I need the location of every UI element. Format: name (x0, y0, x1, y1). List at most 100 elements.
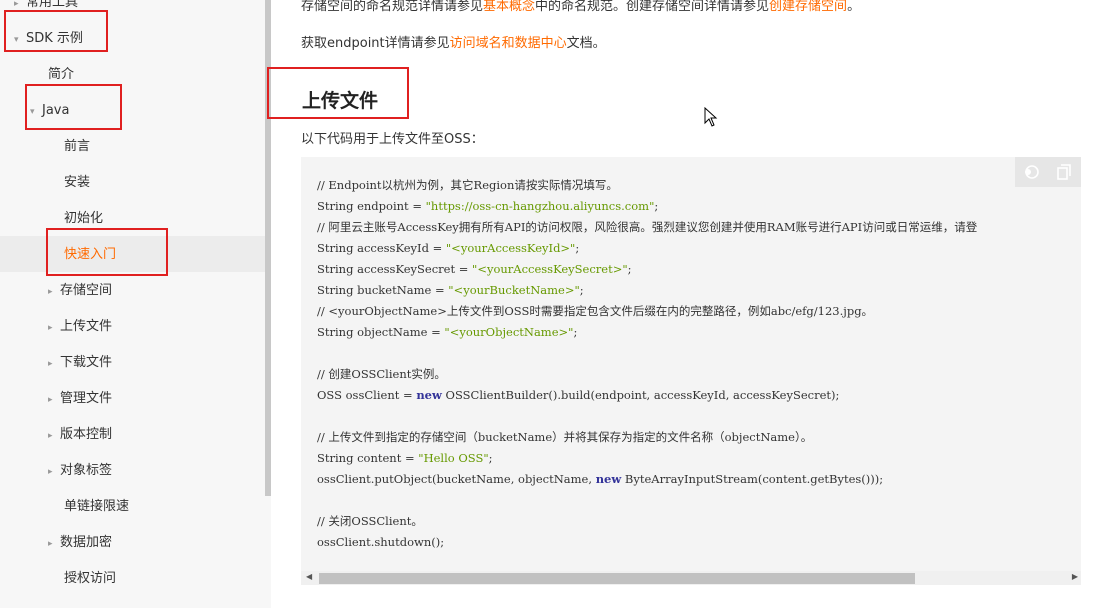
sidebar-item[interactable]: ▸ 数据加密 (48, 534, 112, 553)
code-text: String objectName = (317, 325, 445, 339)
sidebar-item-label: 初始化 (64, 211, 104, 226)
caret-right-icon: ▸ (48, 539, 53, 549)
sidebar-item-label: 版本控制 (60, 427, 113, 442)
scrollbar-thumb[interactable] (319, 573, 915, 584)
main-content: 存储空间的命名规范详情请参见基本概念中的命名规范。创建存储空间详情请参见创建存储… (267, 0, 1101, 608)
code-string: "Hello OSS" (418, 451, 489, 465)
paragraph-text: 存储空间的命名规范详情请参见 (301, 0, 484, 14)
caret-right-icon: ▸ (48, 467, 53, 477)
sidebar-item[interactable]: ▸ 存储空间 (48, 282, 112, 301)
code-text: // 阿里云主账号AccessKey拥有所有API的访问权限，风险很高。强烈建议… (317, 220, 978, 234)
caret-right-icon: ▸ (48, 323, 53, 333)
sidebar-item[interactable]: 简介 (48, 66, 74, 84)
link-create-bucket[interactable]: 创建存储空间 (769, 0, 847, 14)
caret-right-icon: ▸ (48, 287, 53, 297)
code-line: ossClient.putObject(bucketName, objectNa… (317, 469, 977, 490)
code-text: ; (573, 325, 578, 339)
highlight-box-upload-heading (267, 67, 409, 119)
code-line: // <yourObjectName>上传文件到OSS时需要指定包含文件后缀在内… (317, 301, 977, 322)
sidebar-item[interactable]: 授权访问 (64, 570, 116, 588)
code-text: ossClient.putObject(bucketName, objectNa… (317, 472, 596, 486)
code-line: String endpoint = "https://oss-cn-hangzh… (317, 196, 977, 217)
toggle-icon[interactable] (1023, 163, 1041, 181)
sidebar-item-label: 前言 (64, 139, 91, 154)
caret-right-icon: ▸ (48, 431, 53, 441)
code-keyword: new (595, 472, 622, 486)
sidebar-item[interactable]: 前言 (64, 138, 90, 156)
code-text: ; (654, 199, 659, 213)
code-text: ; (575, 241, 580, 255)
code-text: String content = (317, 451, 419, 465)
code-horizontal-scrollbar[interactable]: ◀ ▶ (301, 571, 1081, 585)
code-string: "<yourBucketName>" (448, 283, 580, 297)
code-text: OSS ossClient = (317, 388, 417, 402)
paragraph-text: 中的命名规范。创建存储空间详情请参见 (535, 0, 770, 14)
sidebar-item-label: 存储空间 (60, 283, 113, 298)
code-string: "<yourAccessKeyId>" (445, 241, 576, 255)
code-text: ; (488, 451, 493, 465)
paragraph-text: 获取endpoint详情请参见 (301, 36, 450, 51)
code-line: // Endpoint以杭州为例，其它Region请按实际情况填写。 (317, 175, 977, 196)
code-string: "<yourAccessKeySecret>" (472, 262, 628, 276)
code-keyword: new (416, 388, 442, 402)
sidebar-item-label: 对象标签 (60, 463, 113, 478)
sidebar-nav: ▸ 常用工具 ▾ SDK 示例 简介 ▾ Java 前言 安装 初始化 快速入门 ▸ 存储空间 ▸ 上传文件… (0, 0, 271, 608)
code-line: ossClient.shutdown(); (317, 532, 977, 553)
paragraph-text: 。 (847, 0, 861, 14)
copy-icon[interactable] (1055, 163, 1073, 181)
code-block: // Endpoint以杭州为例，其它Region请按实际情况填写。 String… (301, 157, 1081, 585)
code-text: // <yourObjectName>上传文件到OSS时需要指定包含文件后缀在内… (317, 304, 874, 318)
code-line: String objectName = "<yourObjectName>"; (317, 322, 977, 343)
code-string: "https://oss-cn-hangzhou.aliyuncs.com" (425, 199, 655, 213)
sidebar-item[interactable]: 单链接限速 (64, 498, 129, 516)
sidebar-item[interactable]: ▸ 对象标签 (48, 462, 112, 481)
sidebar-item[interactable]: ▸ 管理文件 (48, 390, 112, 409)
code-text: // 创建OSSClient实例。 (317, 367, 446, 381)
code-toolbar (1015, 157, 1081, 187)
code-content: // Endpoint以杭州为例，其它Region请按实际情况填写。 String… (317, 175, 977, 553)
caret-right-icon: ▸ (48, 359, 53, 369)
scroll-right-arrow-icon[interactable]: ▶ (1072, 572, 1078, 581)
code-text: OSSClientBuilder().build(endpoint, acces… (441, 388, 840, 402)
sidebar-item[interactable]: ▸ 上传文件 (48, 318, 112, 337)
sidebar-item-label: 简介 (48, 67, 75, 82)
caret-right-icon: ▸ (48, 395, 53, 405)
scroll-left-arrow-icon[interactable]: ◀ (306, 572, 312, 581)
code-line: String accessKeyId = "<yourAccessKeyId>"… (317, 238, 977, 259)
paragraph-text: 文档。 (566, 36, 606, 51)
section-intro: 以下代码用于上传文件至OSS： (301, 132, 484, 147)
paragraph-endpoint: 获取endpoint详情请参见访问域名和数据中心文档。 (301, 32, 606, 51)
sidebar-item[interactable]: 安装 (64, 174, 90, 192)
code-text: String accessKeySecret = (317, 262, 473, 276)
code-line: OSS ossClient = new OSSClientBuilder().b… (317, 385, 977, 406)
code-line: // 创建OSSClient实例。 (317, 364, 977, 385)
link-basic-concepts[interactable]: 基本概念 (483, 0, 535, 14)
sidebar-item[interactable]: ▸ 版本控制 (48, 426, 112, 445)
highlight-box-sdk-examples (4, 10, 108, 52)
code-line: String accessKeySecret = "<yourAccessKey… (317, 259, 977, 280)
sidebar-item-label: 管理文件 (60, 391, 113, 406)
link-endpoints-and-regions[interactable]: 访问域名和数据中心 (450, 36, 567, 51)
code-line: String bucketName = "<yourBucketName>"; (317, 280, 977, 301)
sidebar-item-label: 单链接限速 (64, 499, 130, 514)
sidebar-item-label: 下载文件 (60, 355, 113, 370)
code-text: // 上传文件到指定的存储空间（bucketName）并将其保存为指定的文件名称… (317, 430, 813, 444)
sidebar-item[interactable]: 初始化 (64, 210, 103, 228)
sidebar-item[interactable]: ▸ 下载文件 (48, 354, 112, 373)
sidebar-item-label: 上传文件 (60, 319, 113, 334)
code-text: String accessKeyId = (317, 241, 446, 255)
code-line: // 上传文件到指定的存储空间（bucketName）并将其保存为指定的文件名称… (317, 427, 977, 448)
code-line: // 关闭OSSClient。 (317, 511, 977, 532)
code-line: String content = "Hello OSS"; (317, 448, 977, 469)
code-text: String endpoint = (317, 199, 426, 213)
paragraph-bucket-naming: 存储空间的命名规范详情请参见基本概念中的命名规范。创建存储空间详情请参见创建存储… (301, 0, 860, 14)
highlight-box-quick-start (46, 228, 168, 276)
code-text: // 关闭OSSClient。 (317, 514, 423, 528)
sidebar-item-label: 数据加密 (60, 535, 113, 550)
highlight-box-java (25, 84, 122, 130)
code-text: String bucketName = (317, 283, 449, 297)
mouse-cursor-icon (704, 106, 718, 131)
